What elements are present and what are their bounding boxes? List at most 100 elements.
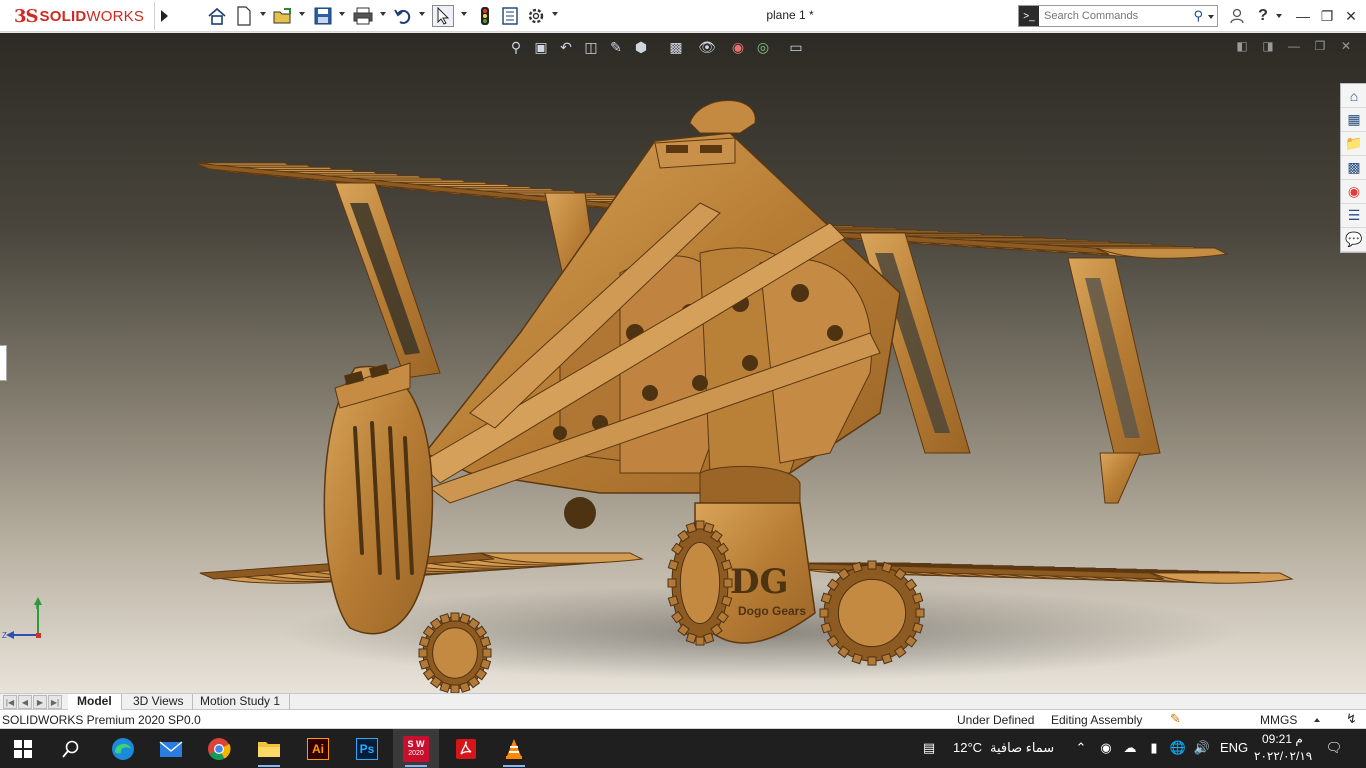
close-icon[interactable]: ✕ xyxy=(1340,6,1362,26)
show-hidden-icons-icon[interactable]: ⌃ xyxy=(1072,739,1090,757)
rebuild-icon[interactable] xyxy=(474,5,496,27)
vlc-icon[interactable] xyxy=(491,729,537,768)
viewport-restore-icon[interactable]: ❐ xyxy=(1312,39,1328,53)
model-tab-bar: |◀ ◀ ▶ ▶| Model 3D Views Motion Study 1 xyxy=(0,693,1366,710)
file-explorer-taskbar-icon[interactable] xyxy=(246,729,292,768)
edge-browser-icon[interactable] xyxy=(100,729,146,768)
network-icon[interactable]: 🌐 xyxy=(1169,739,1187,757)
dynamic-annotation-icon[interactable]: ✎ xyxy=(605,37,627,57)
previous-view-icon[interactable]: ↶ xyxy=(555,37,577,57)
help-icon[interactable]: ? xyxy=(1252,6,1274,26)
tile-left-icon[interactable]: ◧ xyxy=(1234,39,1250,53)
save-dropdown-arrow[interactable] xyxy=(339,12,345,16)
dogo-gears-text: Dogo Gears xyxy=(738,604,806,618)
zoom-to-fit-icon[interactable]: ⚲ xyxy=(505,37,527,57)
tile-right-icon[interactable]: ◨ xyxy=(1260,39,1276,53)
document-title: plane 1 * xyxy=(766,8,814,22)
weather-temperature[interactable]: 12°C xyxy=(953,740,982,755)
windows-start-icon[interactable] xyxy=(0,729,46,768)
input-language[interactable]: ENG xyxy=(1220,740,1248,755)
tab-first-icon[interactable]: |◀ xyxy=(3,695,17,709)
illustrator-icon[interactable]: Ai xyxy=(295,729,341,768)
tab-last-icon[interactable]: ▶| xyxy=(48,695,62,709)
viewport-close-icon[interactable]: ✕ xyxy=(1338,39,1354,53)
apply-scene-icon[interactable]: ◎ xyxy=(752,37,774,57)
search-dropdown-arrow[interactable] xyxy=(1208,15,1214,19)
solidworks-taskbar-icon[interactable]: S W 2020 xyxy=(393,729,439,768)
chrome-icon[interactable] xyxy=(196,729,242,768)
print-dropdown-arrow[interactable] xyxy=(380,12,386,16)
open-dropdown-arrow[interactable] xyxy=(299,12,305,16)
news-widget-icon[interactable]: ▤ xyxy=(920,739,938,757)
home-icon[interactable] xyxy=(206,5,228,27)
undo-dropdown-arrow[interactable] xyxy=(419,12,425,16)
help-dropdown-arrow[interactable] xyxy=(1276,14,1282,18)
feature-manager-handle[interactable] xyxy=(0,345,7,381)
airplane-model[interactable]: DG Dogo Gears xyxy=(0,33,1366,693)
options-dropdown-arrow[interactable] xyxy=(552,12,558,16)
meet-now-icon[interactable]: ◉ xyxy=(1097,739,1115,757)
taskbar-search-icon[interactable] xyxy=(48,729,94,768)
options-icon[interactable] xyxy=(525,5,547,27)
file-explorer-icon[interactable]: 📁 xyxy=(1341,132,1366,156)
photoshop-icon[interactable]: Ps xyxy=(344,729,390,768)
design-library-icon[interactable]: ▦ xyxy=(1341,108,1366,132)
solidworks-resources-icon[interactable]: ⌂ xyxy=(1341,84,1366,108)
minimize-icon[interactable]: — xyxy=(1292,6,1314,26)
definition-status: Under Defined xyxy=(957,713,1035,727)
user-account-icon[interactable] xyxy=(1226,6,1248,26)
heads-up-view-toolbar: ⚲ ▣ ↶ ◫ ✎ ⬢ ▩ 👁 ◉ ◎ ▭ xyxy=(505,37,807,59)
restore-icon[interactable]: ❐ xyxy=(1316,6,1338,26)
tab-3d-views[interactable]: 3D Views xyxy=(124,694,194,710)
custom-properties-icon[interactable]: ☰ xyxy=(1341,204,1366,228)
display-style-icon[interactable]: ▩ xyxy=(665,37,687,57)
units-dropdown-arrow[interactable] xyxy=(1314,718,1320,722)
fuselage[interactable] xyxy=(419,100,901,504)
search-input[interactable] xyxy=(1039,7,1187,25)
tab-motion-study[interactable]: Motion Study 1 xyxy=(191,694,291,710)
customize-status-icon[interactable]: ↯ xyxy=(1346,711,1357,727)
print-icon[interactable] xyxy=(352,5,374,27)
weather-description[interactable]: سماء صافية xyxy=(990,740,1054,756)
save-icon[interactable] xyxy=(312,5,334,27)
acrobat-icon[interactable] xyxy=(443,729,489,768)
forum-icon[interactable]: 💬 xyxy=(1341,228,1366,252)
new-dropdown-arrow[interactable] xyxy=(260,12,266,16)
open-icon[interactable] xyxy=(272,5,294,27)
section-view-icon[interactable]: ◫ xyxy=(580,37,602,57)
select-icon[interactable] xyxy=(432,5,454,27)
menu-expand-arrow[interactable] xyxy=(154,2,174,30)
battery-icon[interactable]: ▮ xyxy=(1145,739,1163,757)
mail-icon[interactable] xyxy=(148,729,194,768)
tab-prev-icon[interactable]: ◀ xyxy=(18,695,32,709)
reference-triad: Y Z xyxy=(2,597,42,640)
zoom-to-area-icon[interactable]: ▣ xyxy=(530,37,552,57)
rebuild-status-icon[interactable]: ✎ xyxy=(1170,711,1181,727)
search-commands-box[interactable]: >_ ⚲ xyxy=(1018,5,1218,27)
appearances-icon[interactable]: ◉ xyxy=(1341,180,1366,204)
viewport-minimize-icon[interactable]: — xyxy=(1286,39,1302,53)
view-palette-icon[interactable]: ▩ xyxy=(1341,156,1366,180)
onedrive-icon[interactable]: ☁ xyxy=(1121,739,1139,757)
unit-system[interactable]: MMGS xyxy=(1260,713,1297,727)
undo-icon[interactable] xyxy=(392,5,414,27)
view-settings-icon[interactable]: ▭ xyxy=(785,37,807,57)
tab-next-icon[interactable]: ▶ xyxy=(33,695,47,709)
notifications-icon[interactable]: 🗨 xyxy=(1325,739,1343,757)
graphics-area[interactable]: DG Dogo Gears ⚲ ▣ ↶ ◫ ✎ ⬢ ▩ 👁 ◉ ◎ ▭ ◧ ◨ … xyxy=(0,33,1366,693)
edit-appearance-icon[interactable]: ◉ xyxy=(727,37,749,57)
task-pane: ⌂ ▦ 📁 ▩ ◉ ☰ 💬 xyxy=(1340,83,1366,253)
new-document-icon[interactable] xyxy=(233,5,255,27)
view-orientation-icon[interactable]: ⬢ xyxy=(630,37,652,57)
solidworks-logo[interactable]: 3S SOLIDWORKS xyxy=(0,0,154,32)
product-version: SOLIDWORKS Premium 2020 SP0.0 xyxy=(2,713,201,727)
search-icon[interactable]: ⚲ xyxy=(1193,8,1203,24)
tab-model[interactable]: Model xyxy=(68,694,122,710)
clock-time[interactable]: 09:21 م xyxy=(1262,732,1303,746)
select-dropdown-arrow[interactable] xyxy=(461,12,467,16)
command-prompt-icon: >_ xyxy=(1019,6,1039,26)
clock-date[interactable]: ٢٠٢٢/٠٢/١٩ xyxy=(1254,749,1312,763)
hide-show-items-icon[interactable]: 👁 xyxy=(696,37,718,57)
volume-icon[interactable]: 🔊 xyxy=(1193,739,1211,757)
file-properties-icon[interactable] xyxy=(499,5,521,27)
